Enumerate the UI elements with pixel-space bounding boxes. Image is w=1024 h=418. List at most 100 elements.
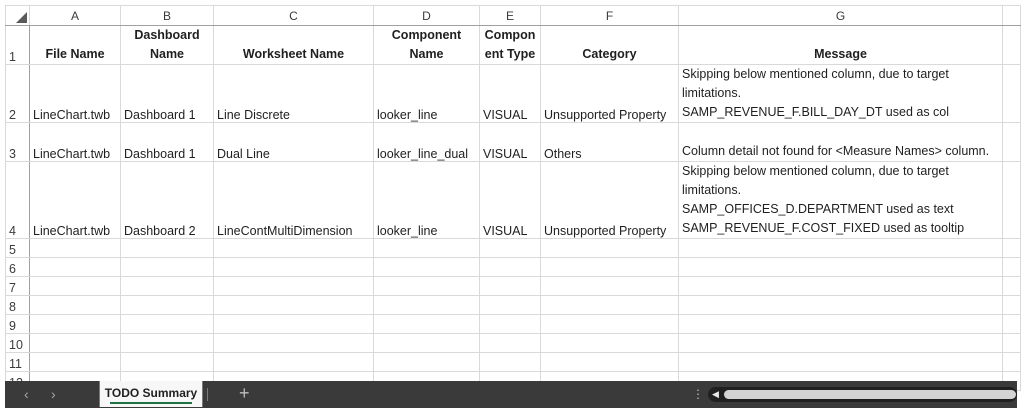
cell-component-type[interactable]: VISUAL (479, 64, 541, 123)
cell-empty[interactable] (1002, 295, 1021, 315)
cell-dashboard-name[interactable]: Dashboard 1 (120, 64, 214, 123)
cell-empty[interactable] (120, 333, 214, 353)
cell-empty[interactable] (1002, 314, 1021, 334)
cell-empty[interactable] (479, 257, 541, 277)
cell-empty[interactable] (1002, 122, 1021, 162)
cell-empty[interactable] (1002, 352, 1021, 372)
row-header[interactable]: 10 (5, 333, 30, 353)
cell-empty[interactable] (213, 295, 374, 315)
cell-empty[interactable] (479, 238, 541, 258)
cell-empty[interactable] (479, 295, 541, 315)
cell-component-name[interactable]: looker_line_dual (373, 122, 480, 162)
scrollbar-thumb[interactable] (724, 390, 1016, 399)
cell-component-type[interactable]: VISUAL (479, 161, 541, 239)
cell-empty[interactable] (213, 314, 374, 334)
cell-empty[interactable] (479, 314, 541, 334)
header-cell-dashboard-name[interactable]: Dashboard Name (120, 25, 214, 65)
cell-empty[interactable] (1002, 161, 1021, 239)
column-header-f[interactable]: F (540, 5, 679, 26)
header-cell-component-name[interactable]: Component Name (373, 25, 480, 65)
cell-empty[interactable] (678, 352, 1003, 372)
cell-empty[interactable] (29, 333, 121, 353)
cell-empty[interactable] (29, 314, 121, 334)
cell-empty[interactable] (120, 257, 214, 277)
header-cell-component-type[interactable]: Compon ent Type (479, 25, 541, 65)
cell-empty[interactable] (678, 276, 1003, 296)
select-all-button[interactable] (5, 5, 30, 26)
cell-worksheet-name[interactable]: Dual Line (213, 122, 374, 162)
header-cell-message[interactable]: Message (678, 25, 1003, 65)
header-cell-category[interactable]: Category (540, 25, 679, 65)
cell-empty[interactable] (1002, 238, 1021, 258)
cell-empty[interactable] (479, 276, 541, 296)
cell-empty[interactable] (540, 257, 679, 277)
cell-empty[interactable] (540, 276, 679, 296)
column-header-b[interactable]: B (120, 5, 214, 26)
chevron-left-icon[interactable]: ‹ (24, 387, 29, 401)
row-header[interactable]: 3 (5, 122, 30, 162)
column-header-c[interactable]: C (213, 5, 374, 26)
row-header[interactable]: 7 (5, 276, 30, 296)
cell-message[interactable]: Skipping below mentioned column, due to … (678, 64, 1003, 123)
cell-empty[interactable] (213, 238, 374, 258)
cell-dashboard-name[interactable]: Dashboard 1 (120, 122, 214, 162)
cell-empty[interactable] (1002, 257, 1021, 277)
cell-empty[interactable] (540, 352, 679, 372)
cell-empty[interactable] (29, 276, 121, 296)
cell-category[interactable]: Unsupported Property (540, 64, 679, 123)
cell-empty[interactable] (678, 333, 1003, 353)
cell-empty[interactable] (373, 352, 480, 372)
cell-empty[interactable] (373, 333, 480, 353)
sheet-tab-todo-summary[interactable]: TODO Summary (99, 381, 203, 407)
cell-dashboard-name[interactable]: Dashboard 2 (120, 161, 214, 239)
column-header-g[interactable]: G (678, 5, 1003, 26)
plus-icon[interactable]: + (239, 384, 250, 402)
cell-component-name[interactable]: looker_line (373, 64, 480, 123)
cell-empty[interactable] (479, 333, 541, 353)
cell-empty[interactable] (373, 238, 480, 258)
cell-empty[interactable] (540, 314, 679, 334)
column-header-a[interactable]: A (29, 5, 121, 26)
row-header[interactable]: 8 (5, 295, 30, 315)
cell-empty[interactable] (1002, 25, 1021, 65)
horizontal-scrollbar[interactable]: ◀ (708, 387, 1017, 402)
cell-empty[interactable] (120, 352, 214, 372)
cell-empty[interactable] (678, 314, 1003, 334)
scrollbar-options-icon[interactable]: ⋮ (692, 387, 704, 401)
header-cell-worksheet-name[interactable]: Worksheet Name (213, 25, 374, 65)
cell-empty[interactable] (373, 295, 480, 315)
cell-file-name[interactable]: LineChart.twb (29, 161, 121, 239)
header-cell-file-name[interactable]: File Name (29, 25, 121, 65)
cell-empty[interactable] (373, 257, 480, 277)
cell-message[interactable]: Skipping below mentioned column, due to … (678, 161, 1003, 239)
row-header[interactable]: 5 (5, 238, 30, 258)
cell-empty[interactable] (213, 352, 374, 372)
column-header-d[interactable]: D (373, 5, 480, 26)
cell-empty[interactable] (120, 295, 214, 315)
chevron-right-icon[interactable]: › (51, 387, 56, 401)
cell-empty[interactable] (120, 276, 214, 296)
row-header[interactable]: 9 (5, 314, 30, 334)
column-header-e[interactable]: E (479, 5, 541, 26)
cell-empty[interactable] (540, 333, 679, 353)
cell-empty[interactable] (540, 295, 679, 315)
cell-empty[interactable] (1002, 276, 1021, 296)
cell-empty[interactable] (29, 238, 121, 258)
row-header[interactable]: 4 (5, 161, 30, 239)
cell-file-name[interactable]: LineChart.twb (29, 64, 121, 123)
cell-file-name[interactable]: LineChart.twb (29, 122, 121, 162)
cell-empty[interactable] (479, 352, 541, 372)
row-header[interactable]: 1 (5, 25, 30, 65)
cell-category[interactable]: Unsupported Property (540, 161, 679, 239)
cell-component-type[interactable]: VISUAL (479, 122, 541, 162)
cell-empty[interactable] (120, 314, 214, 334)
cell-worksheet-name[interactable]: LineContMultiDimension (213, 161, 374, 239)
cell-empty[interactable] (1002, 64, 1021, 123)
cell-empty[interactable] (213, 333, 374, 353)
cell-empty[interactable] (213, 276, 374, 296)
cell-empty[interactable] (678, 257, 1003, 277)
cell-empty[interactable] (29, 257, 121, 277)
column-header-h[interactable] (1002, 5, 1021, 26)
cell-empty[interactable] (373, 276, 480, 296)
cell-empty[interactable] (373, 314, 480, 334)
